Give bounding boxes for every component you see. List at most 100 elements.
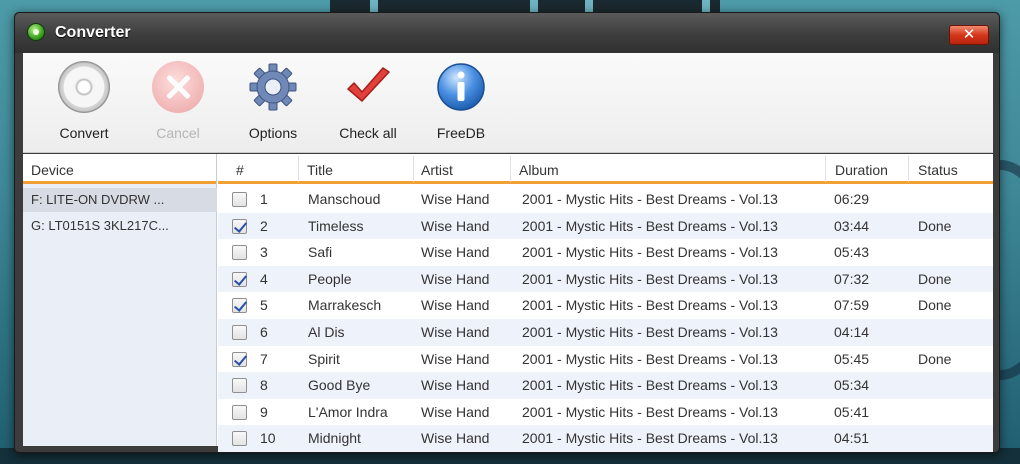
track-title: Midnight	[308, 430, 361, 447]
track-num: 3	[260, 244, 268, 261]
device-item-g[interactable]: G: LT0151S 3KL217C...	[23, 214, 217, 238]
track-duration: 07:32	[834, 270, 870, 287]
track-artist: Wise Hand	[421, 403, 490, 420]
track-album: 2001 - Mystic Hits - Best Dreams - Vol.1…	[522, 403, 778, 420]
track-checkbox[interactable]	[232, 271, 247, 287]
table-row[interactable]: 4 People Wise Hand 2001 - Mystic Hits - Bes…	[218, 265, 993, 293]
device-header[interactable]: Device	[23, 154, 216, 184]
track-duration: 07:59	[834, 297, 870, 314]
close-button[interactable]: ✕	[949, 25, 989, 45]
track-status: Done	[918, 350, 952, 367]
table-row[interactable]: 8 Good Bye Wise Hand 2001 - Mystic Hits - B…	[218, 372, 993, 399]
track-artist: Wise Hand	[421, 217, 490, 234]
check-all-button[interactable]: Check all	[327, 61, 409, 141]
track-album: 2001 - Mystic Hits - Best Dreams - Vol.1…	[522, 430, 778, 447]
column-divider	[908, 156, 909, 182]
column-divider	[510, 156, 511, 182]
track-album: 2001 - Mystic Hits - Best Dreams - Vol.1…	[522, 191, 778, 207]
track-checkbox[interactable]	[232, 298, 247, 314]
track-duration: 04:51	[834, 430, 870, 447]
column-divider	[298, 156, 299, 182]
track-checkbox[interactable]	[232, 218, 247, 234]
converter-window: Converter ✕ Convert Cancel Options Check…	[14, 12, 1000, 453]
track-num: 9	[260, 403, 268, 420]
track-album: 2001 - Mystic Hits - Best Dreams - Vol.1…	[522, 270, 778, 287]
track-artist: Wise Hand	[421, 191, 490, 207]
track-list: # Title Artist Album Duration Status 1 Ma…	[218, 154, 993, 452]
toolbar: Convert Cancel Options Check all FreeDB	[23, 53, 993, 153]
track-title: Safi	[308, 244, 333, 261]
window-title: Converter	[55, 24, 131, 41]
track-album: 2001 - Mystic Hits - Best Dreams - Vol.1…	[522, 244, 778, 261]
column-divider	[825, 156, 826, 182]
freedb-button[interactable]: FreeDB	[420, 61, 502, 141]
device-item-f[interactable]: F: LITE-ON DVDRW ...	[23, 188, 217, 212]
track-status: Done	[918, 297, 952, 314]
cancel-button[interactable]: Cancel	[137, 61, 219, 141]
freedb-label: FreeDB	[436, 125, 486, 141]
table-row[interactable]: 2 Timeless Wise Hand 2001 - Mystic Hits - B…	[218, 212, 993, 240]
convert-label: Convert	[59, 125, 109, 141]
device-column-label: Device	[31, 162, 74, 178]
track-artist: Wise Hand	[421, 297, 490, 314]
table-row[interactable]: 5 Marrakesch Wise Hand 2001 - Mystic Hits -…	[218, 292, 993, 319]
track-num: 5	[260, 297, 268, 314]
content-area: Device F: LITE-ON DVDRW ... G: LT0151S 3…	[23, 154, 993, 452]
column-number[interactable]: #	[236, 162, 244, 178]
track-num: 8	[260, 377, 268, 394]
track-checkbox[interactable]	[232, 325, 247, 340]
gear-icon	[247, 61, 299, 113]
track-title: Timeless	[308, 217, 364, 234]
column-status[interactable]: Status	[918, 162, 958, 178]
track-title: Al Dis	[308, 324, 345, 340]
column-album[interactable]: Album	[519, 162, 559, 178]
track-status: Done	[918, 270, 952, 287]
table-row[interactable]: 7 Spirit Wise Hand 2001 - Mystic Hits - Bes…	[218, 346, 993, 373]
options-label: Options	[248, 125, 298, 141]
track-duration: 05:34	[834, 377, 870, 394]
table-row[interactable]: 10 Midnight Wise Hand 2001 - Mystic Hits - …	[218, 425, 993, 452]
cancel-label: Cancel	[156, 125, 200, 141]
track-album: 2001 - Mystic Hits - Best Dreams - Vol.1…	[522, 217, 778, 234]
track-checkbox[interactable]	[232, 431, 247, 447]
column-artist[interactable]: Artist	[421, 162, 453, 178]
options-button[interactable]: Options	[232, 61, 314, 141]
track-checkbox[interactable]	[232, 192, 247, 207]
track-checkbox[interactable]	[232, 404, 247, 420]
app-logo-icon	[27, 23, 45, 41]
track-artist: Wise Hand	[421, 270, 490, 287]
track-duration: 05:41	[834, 403, 870, 420]
table-row[interactable]: 1 Manschoud Wise Hand 2001 - Mystic Hits - …	[218, 186, 993, 213]
check-all-label: Check all	[339, 125, 397, 141]
track-checkbox[interactable]	[232, 245, 247, 261]
cancel-icon	[152, 61, 204, 113]
track-num: 2	[260, 217, 268, 234]
track-checkbox[interactable]	[232, 378, 247, 394]
track-title: Spirit	[308, 350, 340, 367]
column-title[interactable]: Title	[307, 162, 333, 178]
track-title: Good Bye	[308, 377, 371, 394]
track-title: L'Amor Indra	[308, 403, 388, 420]
track-num: 1	[260, 191, 268, 207]
title-bar[interactable]: Converter ✕	[15, 13, 999, 53]
track-duration: 05:45	[834, 350, 870, 367]
checkmark-icon	[342, 61, 394, 113]
table-row[interactable]: 6 Al Dis Wise Hand 2001 - Mystic Hits - Bes…	[218, 319, 993, 346]
track-album: 2001 - Mystic Hits - Best Dreams - Vol.1…	[522, 324, 778, 340]
table-row[interactable]: 3 Safi Wise Hand 2001 - Mystic Hits - Best …	[218, 239, 993, 266]
track-num: 7	[260, 350, 268, 367]
track-duration: 05:43	[834, 244, 870, 261]
track-status: Done	[918, 217, 952, 234]
convert-button[interactable]: Convert	[43, 61, 125, 141]
track-title: Marrakesch	[308, 297, 382, 314]
track-title: People	[308, 270, 352, 287]
track-checkbox[interactable]	[232, 351, 247, 367]
track-num: 4	[260, 270, 268, 287]
column-duration[interactable]: Duration	[835, 162, 888, 178]
track-album: 2001 - Mystic Hits - Best Dreams - Vol.1…	[522, 297, 778, 314]
table-row[interactable]: 9 L'Amor Indra Wise Hand 2001 - Mystic Hits…	[218, 399, 993, 426]
disc-icon	[58, 61, 110, 113]
track-artist: Wise Hand	[421, 324, 490, 340]
column-divider	[413, 156, 414, 182]
device-list: Device F: LITE-ON DVDRW ... G: LT0151S 3…	[23, 154, 217, 446]
